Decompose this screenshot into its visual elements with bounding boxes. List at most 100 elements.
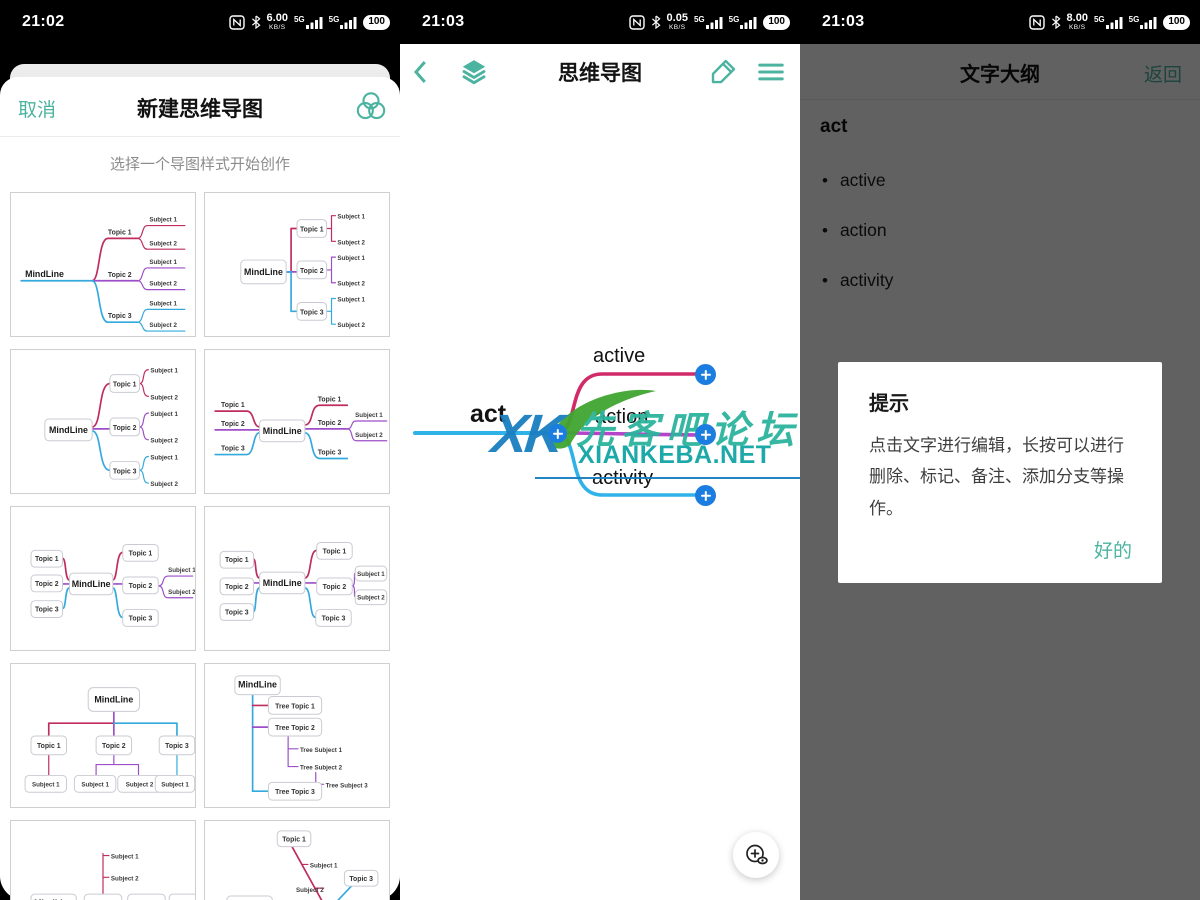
- template-bilateral-boxed-subjects[interactable]: MindLine Topic 1 Topic 2 Topic 3 Topic 1…: [204, 506, 390, 651]
- style-brush-button[interactable]: [708, 57, 742, 87]
- node-label: Subject 2: [337, 239, 365, 246]
- preview-fab[interactable]: [733, 832, 779, 878]
- node-label: Topic 3: [349, 876, 373, 883]
- node-label: Tree Subject 3: [326, 782, 369, 789]
- branch-node-action[interactable]: action: [595, 406, 648, 429]
- status-bar: 21:03 8.00KB/S 5G 5G 100: [800, 0, 1200, 44]
- signal-sim1: 5G: [1094, 16, 1123, 29]
- node-label: Topic 3: [113, 468, 137, 475]
- add-branch-action-button[interactable]: [695, 424, 716, 445]
- status-bar: 21:03 0.05KB/S 5G 5G 100: [400, 0, 800, 44]
- node-label: Subject 2: [357, 595, 385, 602]
- layers-button[interactable]: [458, 57, 492, 87]
- branch-node-active[interactable]: active: [593, 345, 645, 368]
- node-label: Tree Topic 3: [275, 789, 315, 796]
- node-label: Subject 2: [149, 322, 177, 329]
- node-label: Subject 2: [337, 322, 365, 329]
- node-label: Topic 2: [108, 272, 132, 279]
- node-label: Topic 1: [282, 837, 306, 844]
- menu-button[interactable]: [756, 57, 790, 87]
- node-label: MindLine: [244, 267, 283, 277]
- node-label: Topic 1: [37, 743, 61, 750]
- node-label: Topic 2: [323, 584, 347, 591]
- node-label: MindLine: [25, 269, 64, 279]
- node-label: Tree Topic 1: [275, 703, 315, 710]
- node-label: Topic 3: [108, 313, 132, 320]
- node-label: Topic 3: [318, 450, 342, 457]
- node-label: MindLine: [49, 425, 88, 435]
- node-label: Topic 3: [300, 309, 324, 316]
- divider: [0, 136, 400, 137]
- status-bar: 21:02 6.00KB/S 5G 5G 100: [0, 0, 400, 44]
- node-label: Topic 3: [129, 615, 153, 622]
- hamburger-icon: [756, 57, 786, 87]
- node-label: Topic 1: [221, 402, 245, 409]
- node-label: Tree Subject 2: [300, 765, 343, 772]
- node-label: Topic 1: [108, 229, 132, 236]
- node-label: MindLine: [263, 578, 302, 588]
- battery-indicator: 100: [1163, 15, 1190, 30]
- theme-colors-button[interactable]: [354, 90, 388, 122]
- node-label: Subject 1: [150, 454, 178, 461]
- template-brace-right[interactable]: MindLine Topic 1 Topic 2 Topic 3 Subject…: [10, 349, 196, 494]
- mindmap-canvas[interactable]: [400, 0, 800, 900]
- branch-node-activity[interactable]: activity: [592, 467, 653, 490]
- template-fishbone[interactable]: Topic 1 Subject 1 Subject 2 Topic 3 Mind…: [204, 820, 390, 900]
- root-node[interactable]: act: [470, 400, 506, 429]
- node-label: Topic 3: [221, 446, 245, 453]
- template-tree[interactable]: MindLine Tree Topic 1 Tree Topic 2 Tree …: [204, 663, 390, 808]
- add-branch-activity-button[interactable]: [695, 485, 716, 506]
- node-label: Subject 1: [357, 571, 385, 578]
- add-branch-active-button[interactable]: [695, 364, 716, 385]
- clock: 21:03: [422, 13, 464, 31]
- node-label: Topic 3: [225, 609, 249, 616]
- node-label: Subject 1: [337, 296, 365, 303]
- node-label: Topic 3: [165, 743, 189, 750]
- node-label: Subject 1: [149, 259, 177, 266]
- node-label: Subject 1: [111, 854, 139, 861]
- node-label: MindLine: [72, 579, 111, 589]
- template-timeline[interactable]: Subject 1 Subject 2 MindLine Topic 1 Top…: [10, 820, 196, 900]
- node-label: Topic 2: [300, 268, 324, 275]
- node-label: Tree Topic 2: [275, 725, 315, 732]
- node-label: Subject 2: [150, 394, 178, 401]
- sheet-header: 取消 新建思维导图: [0, 77, 400, 136]
- node-label: Topic 2: [113, 425, 137, 432]
- dialog-title: 提示: [869, 387, 909, 416]
- node-label: Topic 2: [102, 743, 126, 750]
- sheet-title: 新建思维导图: [0, 93, 400, 123]
- node-label: Topic 2: [221, 421, 245, 428]
- node-label: MindLine: [263, 426, 302, 436]
- back-button[interactable]: [408, 57, 442, 87]
- node-label: Topic 1: [113, 381, 137, 388]
- node-label: Subject 1: [32, 781, 60, 788]
- node-label: Topic 1: [300, 226, 324, 233]
- chevron-left-icon: [408, 57, 434, 87]
- node-label: Subject 2: [355, 432, 383, 439]
- dialog-ok-button[interactable]: 好的: [1094, 536, 1132, 563]
- node-label: Topic 1: [318, 396, 342, 403]
- node-label: MindLine: [238, 680, 277, 690]
- node-label: Subject 2: [150, 438, 178, 445]
- node-label: Topic 3: [322, 615, 346, 622]
- template-boxed-right[interactable]: MindLine Topic 1 Topic 2 Topic 3 Subject…: [204, 192, 390, 337]
- bluetooth-icon: [651, 15, 661, 29]
- layers-icon: [458, 57, 490, 87]
- node-label: Subject 1: [150, 411, 178, 418]
- add-branch-root-button[interactable]: [548, 424, 567, 443]
- template-bilateral[interactable]: MindLine Topic 1 Topic 2 Topic 3 Topic 1…: [204, 349, 390, 494]
- panel-outline: 21:03 8.00KB/S 5G 5G 100 文字大纲 返回 act act…: [800, 0, 1200, 900]
- template-curved-right[interactable]: MindLine Topic 1 Topic 2 Topic 3 Subject…: [10, 192, 196, 337]
- template-org-chart[interactable]: MindLine Topic 1 Topic 2 Topic 3 Subject…: [10, 663, 196, 808]
- battery-indicator: 100: [763, 15, 790, 30]
- signal-sim2: 5G: [729, 16, 758, 29]
- node-label: Subject 2: [149, 281, 177, 288]
- panel-editor: 21:03 0.05KB/S 5G 5G 100 思维导图 act active…: [400, 0, 800, 900]
- signal-sim2: 5G: [1129, 16, 1158, 29]
- node-label: Subject 1: [149, 300, 177, 307]
- node-label: Topic 1: [35, 556, 59, 563]
- net-speed: 6.00KB/S: [267, 13, 288, 32]
- node-label: Topic 2: [129, 583, 153, 590]
- template-bilateral-boxed[interactable]: MindLine Topic 1 Topic 2 Topic 3 Topic 1…: [10, 506, 196, 651]
- clock: 21:02: [22, 13, 64, 31]
